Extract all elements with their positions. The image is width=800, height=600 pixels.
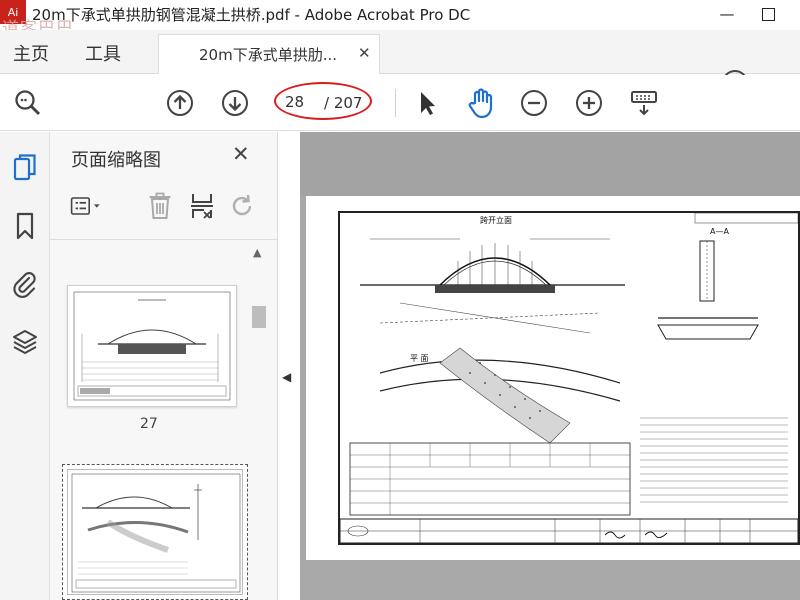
- page-navigator: / 207: [274, 82, 372, 120]
- scrollbar-thumb[interactable]: [252, 306, 266, 328]
- panel-title: 页面缩略图: [71, 150, 161, 171]
- layers-icon[interactable]: [9, 326, 41, 358]
- page-thumbnail-selected[interactable]: [62, 464, 248, 600]
- tab-close-icon[interactable]: ✕: [358, 44, 371, 62]
- document-viewer[interactable]: 跨开立面 平 面 A—A: [300, 132, 800, 600]
- thumbnail-options-icon[interactable]: [70, 190, 102, 222]
- zoom-in-icon[interactable]: [573, 87, 605, 119]
- main-toolbar: [0, 75, 800, 131]
- rotate-page-icon: [226, 190, 258, 222]
- total-pages: / 207: [324, 94, 363, 112]
- keyboard-marquee-icon[interactable]: [628, 87, 660, 119]
- scroll-up-arrow[interactable]: ▲: [253, 246, 261, 259]
- pdf-page: 跨开立面 平 面 A—A: [306, 196, 800, 560]
- plan-title: 平 面: [410, 354, 429, 363]
- left-navigation-rail: [0, 132, 50, 600]
- hand-tool-icon[interactable]: [464, 87, 496, 119]
- selected-thumbnail-preview: [67, 469, 243, 595]
- maximize-button[interactable]: [748, 0, 788, 28]
- maximize-icon: [761, 7, 775, 21]
- document-tab[interactable]: 20m下承式单拱肋... ✕: [158, 34, 380, 74]
- attachments-icon[interactable]: [9, 268, 41, 300]
- document-tab-label: 20m下承式单拱肋...: [199, 46, 338, 64]
- minimize-button[interactable]: —: [707, 0, 747, 28]
- previous-page-icon[interactable]: [164, 87, 196, 119]
- elevation-title: 跨开立面: [480, 216, 512, 225]
- menu-tools[interactable]: 工具: [85, 40, 121, 66]
- thumbnail-scrollbar[interactable]: ▲: [250, 244, 268, 600]
- zoom-out-icon[interactable]: [518, 87, 550, 119]
- toolbar-divider: [395, 89, 396, 117]
- collapse-panel-arrow[interactable]: ◀: [282, 370, 291, 384]
- page-thumbnail[interactable]: [67, 285, 237, 407]
- delete-page-icon: [144, 190, 176, 222]
- select-arrow-icon[interactable]: [410, 87, 442, 119]
- zoom-search-icon[interactable]: [12, 87, 44, 119]
- section-title: A—A: [710, 227, 729, 236]
- bookmarks-icon[interactable]: [9, 210, 41, 242]
- engineering-drawing: 跨开立面 平 面 A—A: [338, 211, 800, 545]
- viewer-background: [300, 132, 800, 196]
- title-bar: Ai 20m下承式单拱肋钢管混凝土拱桥.pdf - Adobe Acrobat …: [0, 0, 800, 39]
- window-title: 20m下承式单拱肋钢管混凝土拱桥.pdf - Adobe Acrobat Pro…: [32, 6, 471, 24]
- thumbnails-panel: 页面缩略图 ✕ ▲ 27: [50, 132, 278, 600]
- extract-page-icon[interactable]: [186, 190, 218, 222]
- panel-close-icon[interactable]: ✕: [232, 142, 250, 166]
- thumbnail-tools: [50, 180, 278, 240]
- thumbnail-page-number: 27: [140, 416, 158, 432]
- menu-home[interactable]: 主页: [13, 40, 49, 66]
- page-thumbnails-icon[interactable]: [9, 152, 41, 184]
- menu-bar: 主页 工具 ? 登: [0, 30, 800, 97]
- current-page-input[interactable]: [285, 90, 315, 114]
- next-page-icon[interactable]: [219, 87, 251, 119]
